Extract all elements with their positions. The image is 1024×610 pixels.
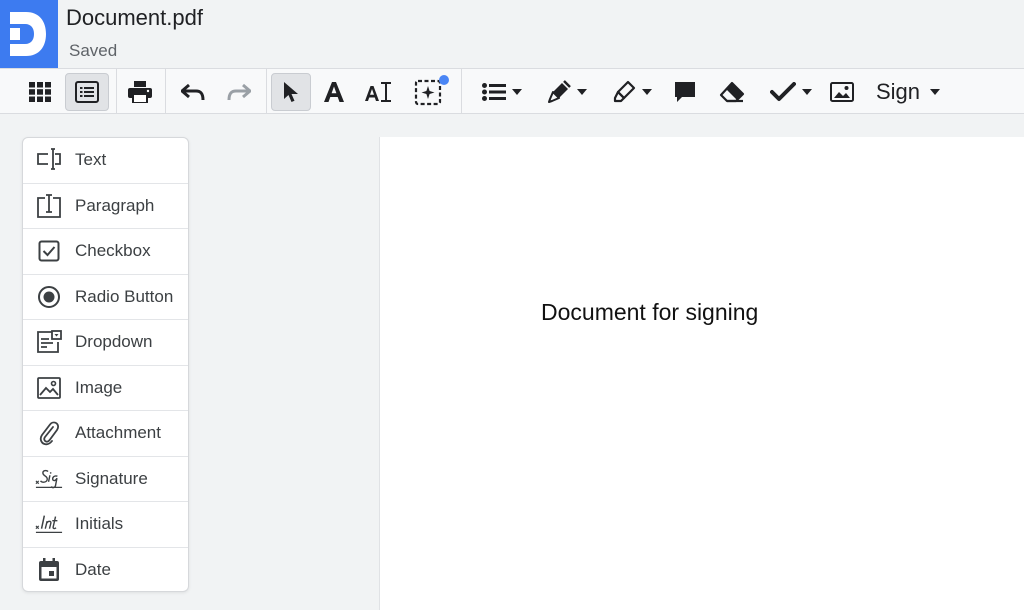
eraser-tool-button[interactable]: [713, 73, 751, 111]
field-item-signature[interactable]: Signature: [23, 457, 188, 502]
text-edit-tool-button[interactable]: [359, 73, 397, 111]
signature-icon: [35, 465, 63, 493]
undo-icon: [181, 83, 205, 101]
checkbox-icon: [35, 237, 63, 265]
paperclip-icon: [35, 419, 63, 447]
field-item-paragraph[interactable]: Paragraph: [23, 184, 188, 229]
redo-button[interactable]: [220, 73, 258, 111]
cursor-arrow-icon: [284, 82, 298, 102]
sign-menu-button[interactable]: Sign: [868, 73, 948, 111]
checkmark-icon: [770, 82, 796, 101]
image-icon: [35, 374, 63, 402]
radio-button-icon: [35, 283, 63, 311]
field-label: Signature: [75, 468, 148, 488]
initials-icon: [35, 510, 63, 538]
toolbar-separator: [266, 69, 267, 113]
comment-icon: [675, 82, 695, 102]
field-item-initials[interactable]: Initials: [23, 502, 188, 548]
highlighter-tool-button[interactable]: [604, 73, 660, 111]
ai-select-button[interactable]: [405, 73, 451, 111]
field-item-attachment[interactable]: Attachment: [23, 411, 188, 457]
field-label: Dropdown: [75, 332, 153, 352]
text-tool-button[interactable]: [316, 73, 352, 111]
list-tool-button[interactable]: [474, 73, 530, 111]
pen-icon: [548, 80, 571, 103]
text-edit-icon: [365, 82, 391, 102]
field-palette: Text Paragraph Checkbox Radio Button Dro…: [22, 137, 189, 592]
field-item-text[interactable]: Text: [23, 138, 188, 184]
document-text: Document for signing: [541, 299, 759, 325]
checkmark-tool-button[interactable]: [763, 73, 819, 111]
text-a-icon: [324, 82, 344, 102]
field-item-date[interactable]: Date: [23, 548, 188, 592]
field-label: Text: [75, 150, 107, 170]
toolbar-separator: [461, 69, 462, 113]
field-label: Paragraph: [75, 195, 155, 215]
field-item-image[interactable]: Image: [23, 366, 188, 411]
comment-tool-button[interactable]: [667, 73, 703, 111]
field-item-radio-button[interactable]: Radio Button: [23, 275, 188, 320]
app-logo[interactable]: [0, 0, 58, 68]
sign-label: Sign: [875, 79, 921, 104]
toolbar-separator: [165, 69, 166, 113]
save-status: Saved: [69, 41, 118, 60]
chevron-down-icon: [577, 89, 587, 95]
logo-icon: [10, 12, 46, 56]
chevron-down-icon: [930, 89, 941, 95]
redo-icon: [227, 83, 251, 101]
field-label: Date: [75, 560, 111, 580]
field-label: Radio Button: [75, 286, 174, 306]
field-item-dropdown[interactable]: Dropdown: [23, 320, 188, 366]
undo-button[interactable]: [174, 73, 212, 111]
select-tool-button[interactable]: [271, 73, 311, 111]
print-button[interactable]: [122, 73, 158, 111]
field-item-checkbox[interactable]: Checkbox: [23, 229, 188, 275]
text-field-icon: [35, 146, 63, 174]
grid-icon: [29, 82, 51, 102]
chevron-down-icon: [512, 89, 522, 95]
field-label: Checkbox: [75, 241, 151, 261]
image-icon: [830, 82, 854, 102]
list-icon: [482, 83, 506, 101]
toolbar-separator: [116, 69, 117, 113]
field-label: Attachment: [75, 423, 161, 443]
document-page[interactable]: Document for signing: [379, 137, 1024, 610]
pen-tool-button[interactable]: [539, 73, 595, 111]
form-list-icon: [75, 81, 99, 103]
document-title[interactable]: Document.pdf: [66, 5, 203, 31]
chevron-down-icon: [642, 89, 652, 95]
sparkle-select-icon: [414, 79, 442, 106]
paragraph-icon: [35, 192, 63, 220]
highlighter-icon: [613, 80, 636, 103]
dropdown-icon: [35, 328, 63, 356]
field-label: Initials: [75, 514, 124, 534]
image-tool-button[interactable]: [824, 73, 860, 111]
notification-dot: [439, 75, 449, 85]
field-label: Image: [75, 377, 123, 397]
app-header: Document.pdf Saved: [0, 0, 1024, 68]
grid-view-button[interactable]: [22, 73, 58, 111]
calendar-icon: [35, 556, 63, 584]
toolbar: Sign: [0, 68, 1024, 114]
eraser-icon: [719, 81, 745, 103]
chevron-down-icon: [802, 89, 812, 95]
form-view-button[interactable]: [65, 73, 109, 111]
printer-icon: [128, 81, 152, 103]
